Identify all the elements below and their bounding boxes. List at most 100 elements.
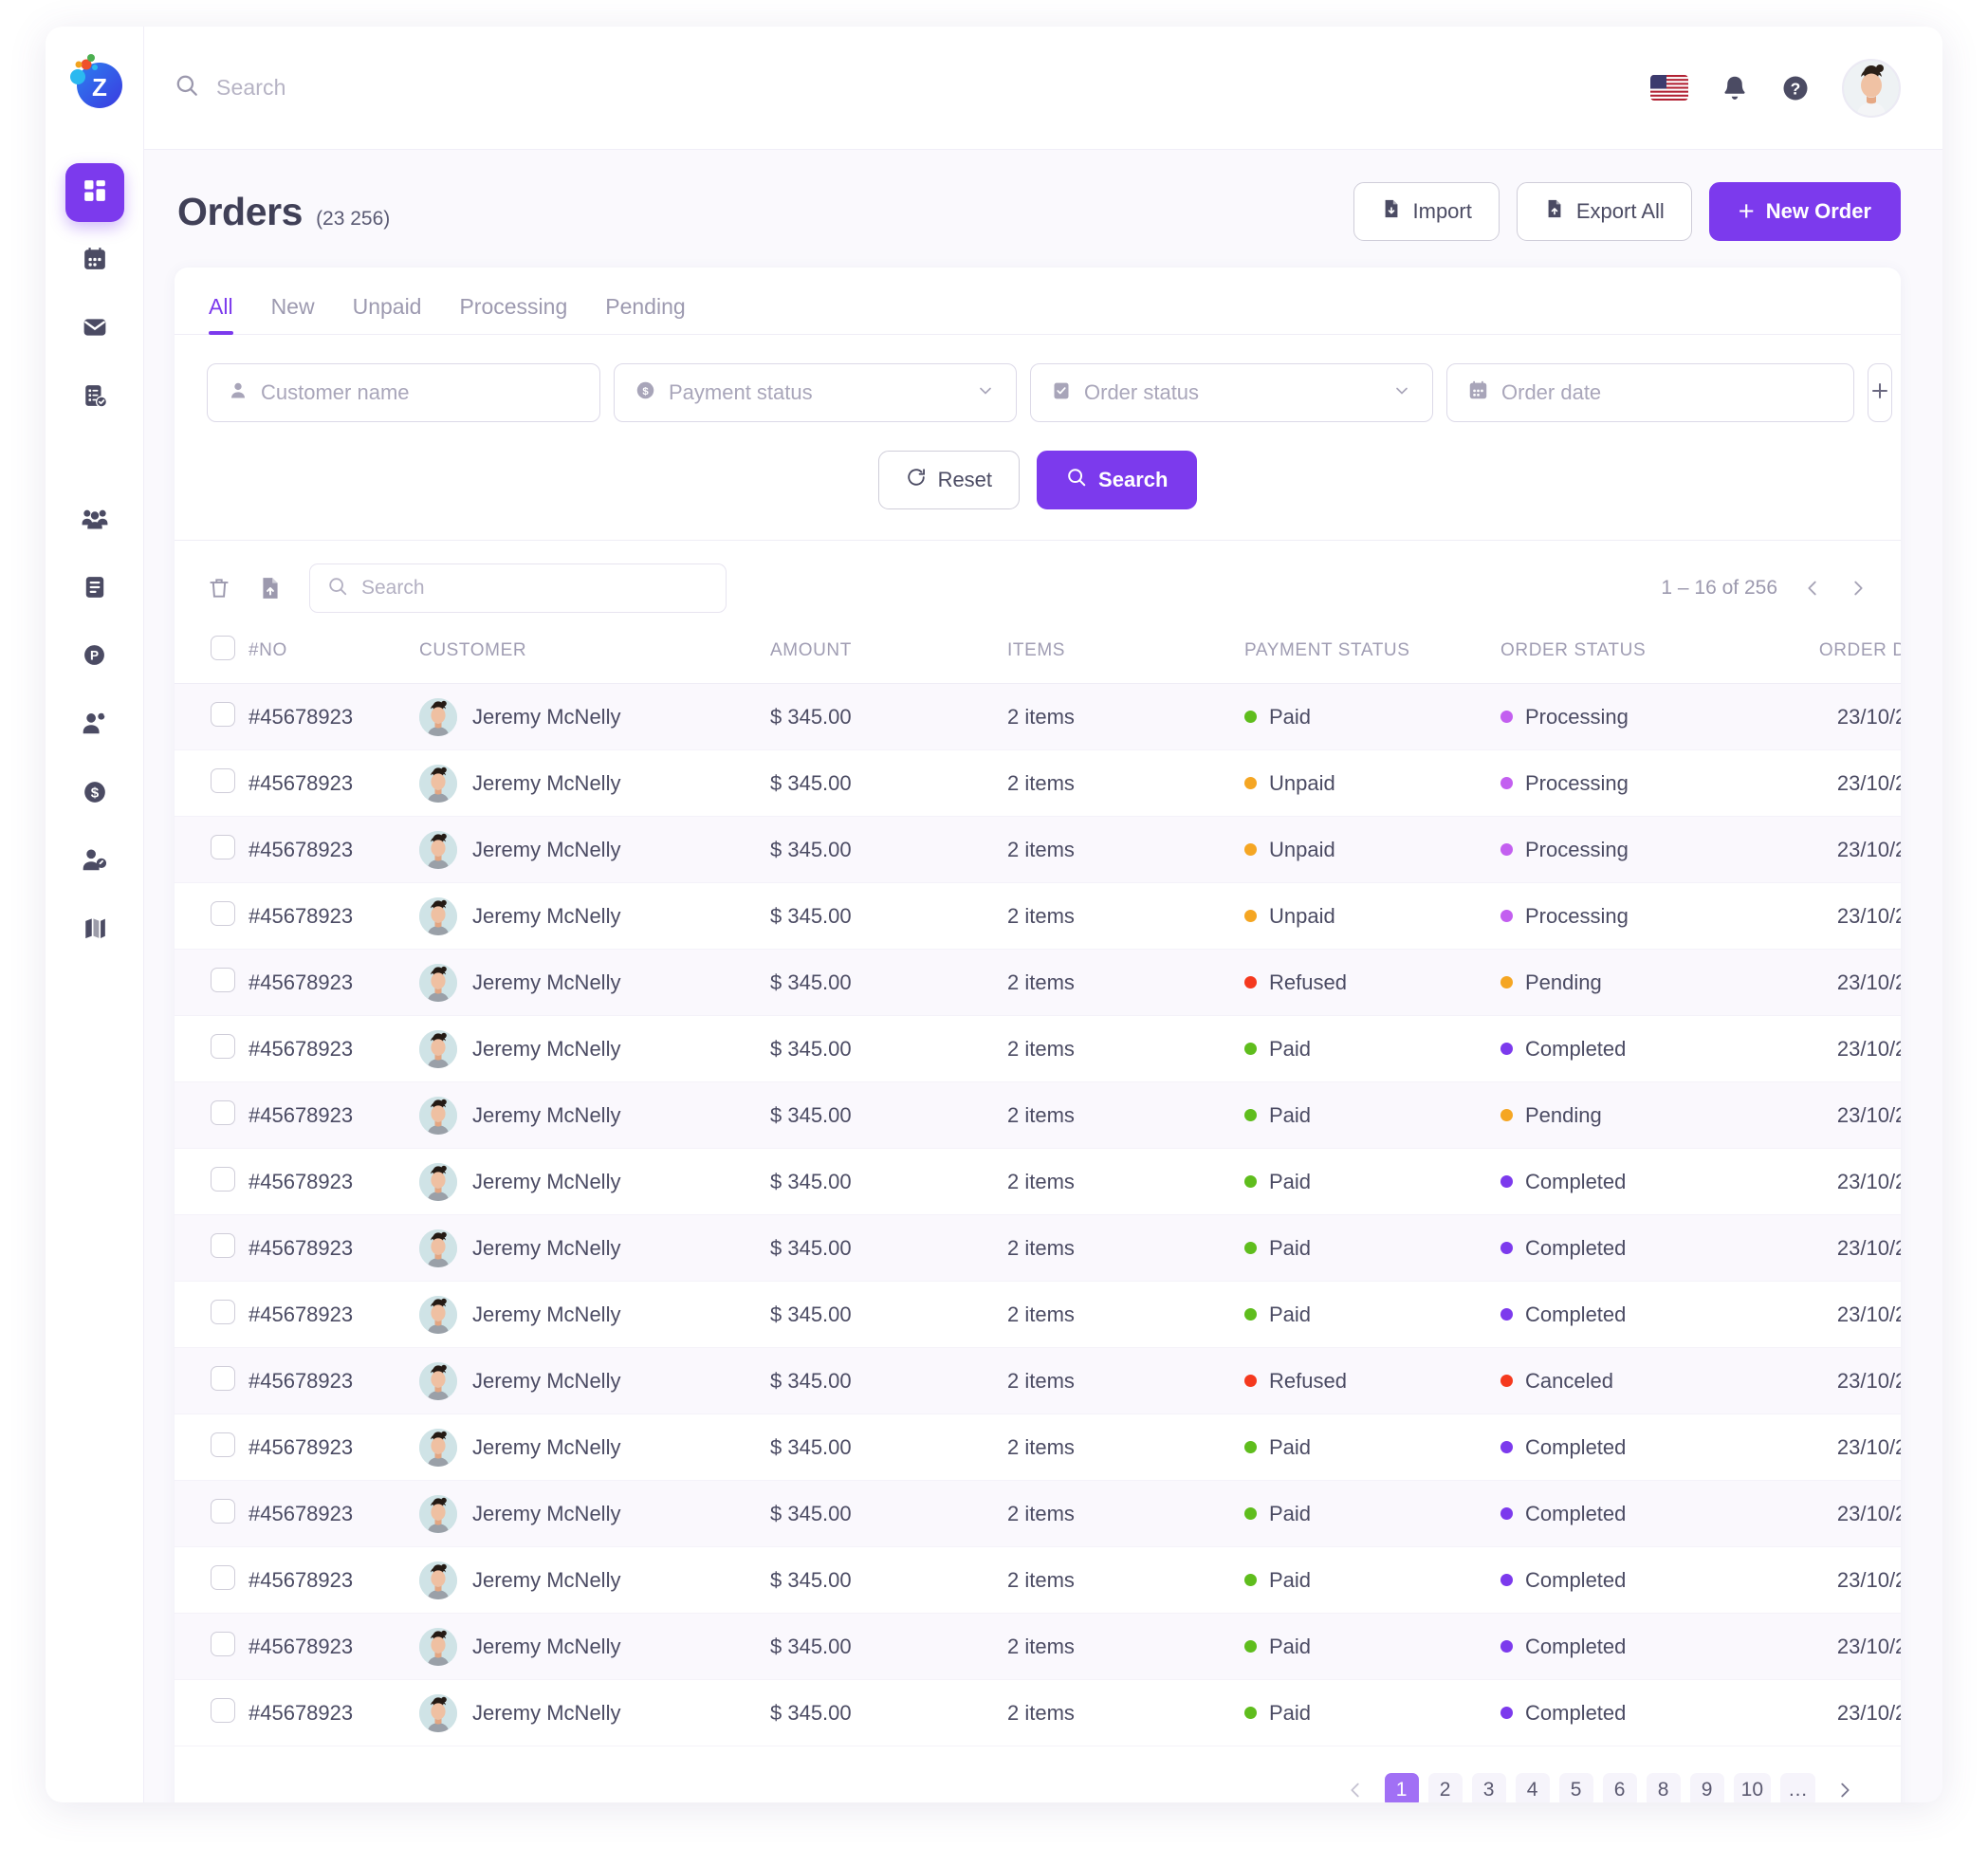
table-row[interactable]: #45678923 Jeremy McNelly $ 345.00 2 items Re…: [175, 1347, 1901, 1414]
pagination-page-1[interactable]: 1: [1384, 1773, 1419, 1802]
app-logo[interactable]: Z: [65, 51, 124, 110]
cell-order-no: #45678923: [248, 1613, 419, 1680]
row-checkbox[interactable]: [211, 1432, 235, 1457]
column-payment-status[interactable]: PAYMENT STATUS: [1244, 636, 1500, 684]
table-row[interactable]: #45678923 Jeremy McNelly $ 345.00 2 items Pa…: [175, 1214, 1901, 1282]
global-search[interactable]: Search: [175, 73, 1650, 102]
tab-pending[interactable]: Pending: [586, 294, 704, 334]
column-items[interactable]: ITEMS: [1007, 636, 1244, 684]
pagination-page-2[interactable]: 2: [1427, 1773, 1463, 1802]
sidebar-item-dashboard[interactable]: [64, 163, 124, 222]
select-all-checkbox[interactable]: [211, 636, 235, 660]
cell-amount: $ 345.00: [770, 1480, 1007, 1547]
column-order-status[interactable]: ORDER STATUS: [1500, 636, 1742, 684]
pagination-page-4[interactable]: 4: [1515, 1773, 1550, 1802]
sidebar-item-tasks[interactable]: [65, 368, 124, 427]
row-checkbox[interactable]: [211, 1564, 235, 1590]
pagination-next[interactable]: [1825, 1780, 1865, 1801]
sidebar-item-calendar[interactable]: [65, 231, 124, 290]
row-checkbox[interactable]: [211, 1099, 235, 1125]
cell-items: 2 items: [1007, 1613, 1244, 1680]
row-select-cell: [175, 1081, 248, 1149]
payment-status-select[interactable]: $ Payment status: [614, 363, 1017, 422]
sidebar-item-contacts[interactable]: [65, 696, 124, 755]
row-checkbox[interactable]: [211, 1631, 235, 1656]
search-button[interactable]: Search: [1037, 451, 1198, 509]
tab-unpaid[interactable]: Unpaid: [334, 294, 441, 334]
row-checkbox[interactable]: [211, 1033, 235, 1059]
add-filter-button[interactable]: [1868, 363, 1892, 422]
new-order-button[interactable]: + New Order: [1708, 182, 1901, 241]
customer-name: Jeremy McNelly: [472, 837, 621, 861]
pagination-prev[interactable]: [1335, 1780, 1375, 1801]
pagination-page-8[interactable]: 8: [1646, 1773, 1681, 1802]
column-customer[interactable]: CUSTOMER: [419, 636, 770, 684]
file-export-icon[interactable]: [258, 576, 283, 600]
cell-order-date: 23/10/2023: [1742, 816, 1901, 883]
row-checkbox[interactable]: [211, 767, 235, 793]
cell-customer: Jeremy McNelly: [419, 1347, 770, 1414]
document-lines-icon: [83, 575, 107, 604]
import-button[interactable]: Import: [1353, 182, 1500, 241]
row-checkbox[interactable]: [211, 1299, 235, 1324]
sidebar-item-map[interactable]: [65, 901, 124, 960]
reset-button[interactable]: Reset: [877, 451, 1021, 509]
table-row[interactable]: #45678923 Jeremy McNelly $ 345.00 2 items Pa…: [175, 683, 1901, 750]
row-checkbox[interactable]: [211, 967, 235, 992]
order-date-input[interactable]: Order date: [1446, 363, 1854, 422]
order-status-label: Completed: [1525, 1036, 1627, 1061]
customer-avatar: [419, 1029, 457, 1068]
table-row[interactable]: #45678923 Jeremy McNelly $ 345.00 2 items Pa…: [175, 1281, 1901, 1348]
sidebar-item-finance[interactable]: $: [65, 765, 124, 823]
column-no[interactable]: #NO: [248, 636, 419, 684]
table-row[interactable]: #45678923 Jeremy McNelly $ 345.00 2 items Un…: [175, 816, 1901, 883]
table-row[interactable]: #45678923 Jeremy McNelly $ 345.00 2 items Pa…: [175, 1148, 1901, 1215]
tab-new[interactable]: New: [252, 294, 334, 334]
sidebar-item-mail[interactable]: [65, 300, 124, 359]
pagination-page-5[interactable]: 5: [1558, 1773, 1593, 1802]
us-flag-icon[interactable]: [1650, 75, 1688, 101]
row-checkbox[interactable]: [211, 1697, 235, 1723]
pagination-page-9[interactable]: 9: [1689, 1773, 1724, 1802]
column-amount[interactable]: AMOUNT: [770, 636, 1007, 684]
row-checkbox[interactable]: [211, 1365, 235, 1391]
table-row[interactable]: #45678923 Jeremy McNelly $ 345.00 2 items Pa…: [175, 1613, 1901, 1680]
row-checkbox[interactable]: [211, 834, 235, 859]
table-search-input[interactable]: Search: [309, 563, 727, 613]
row-checkbox[interactable]: [211, 701, 235, 727]
table-row[interactable]: #45678923 Jeremy McNelly $ 345.00 2 items Pa…: [175, 1015, 1901, 1082]
customer-name: Jeremy McNelly: [472, 1368, 621, 1393]
row-checkbox[interactable]: [211, 900, 235, 926]
row-checkbox[interactable]: [211, 1232, 235, 1258]
bell-icon[interactable]: [1721, 74, 1749, 102]
row-checkbox[interactable]: [211, 1166, 235, 1192]
pagination-page-6[interactable]: 6: [1602, 1773, 1637, 1802]
table-row[interactable]: #45678923 Jeremy McNelly $ 345.00 2 items Pa…: [175, 1480, 1901, 1547]
table-row[interactable]: #45678923 Jeremy McNelly $ 345.00 2 items Pa…: [175, 1413, 1901, 1481]
table-row[interactable]: #45678923 Jeremy McNelly $ 345.00 2 items Un…: [175, 882, 1901, 950]
question-mark-icon[interactable]: ?: [1781, 74, 1810, 102]
table-row[interactable]: #45678923 Jeremy McNelly $ 345.00 2 items Re…: [175, 949, 1901, 1016]
table-row[interactable]: #45678923 Jeremy McNelly $ 345.00 2 items Pa…: [175, 1546, 1901, 1614]
table-row[interactable]: #45678923 Jeremy McNelly $ 345.00 2 items Un…: [175, 749, 1901, 817]
trash-icon[interactable]: [207, 576, 231, 600]
sidebar-item-parking[interactable]: P: [65, 628, 124, 687]
column-order-date[interactable]: ORDER DATE: [1742, 636, 1901, 684]
sidebar-item-teams[interactable]: [65, 491, 124, 550]
row-checkbox[interactable]: [211, 1498, 235, 1524]
customer-name-input[interactable]: Customer name: [207, 363, 600, 422]
pagination-page-…[interactable]: …: [1780, 1773, 1815, 1802]
tab-processing[interactable]: Processing: [440, 294, 586, 334]
export-all-button[interactable]: Export All: [1516, 182, 1692, 241]
avatar[interactable]: [1842, 58, 1901, 118]
order-status-select[interactable]: Order status: [1030, 363, 1433, 422]
pagination-page-10[interactable]: 10: [1733, 1773, 1771, 1802]
tab-all[interactable]: All: [207, 294, 252, 335]
table-row[interactable]: #45678923 Jeremy McNelly $ 345.00 2 items Pa…: [175, 1679, 1901, 1746]
sidebar-item-documents[interactable]: [65, 560, 124, 619]
pagination-page-3[interactable]: 3: [1471, 1773, 1506, 1802]
sidebar-item-profile-edit[interactable]: [65, 833, 124, 892]
chevron-left-icon[interactable]: [1802, 578, 1823, 599]
table-row[interactable]: #45678923 Jeremy McNelly $ 345.00 2 items Pa…: [175, 1081, 1901, 1149]
chevron-right-icon[interactable]: [1848, 578, 1868, 599]
